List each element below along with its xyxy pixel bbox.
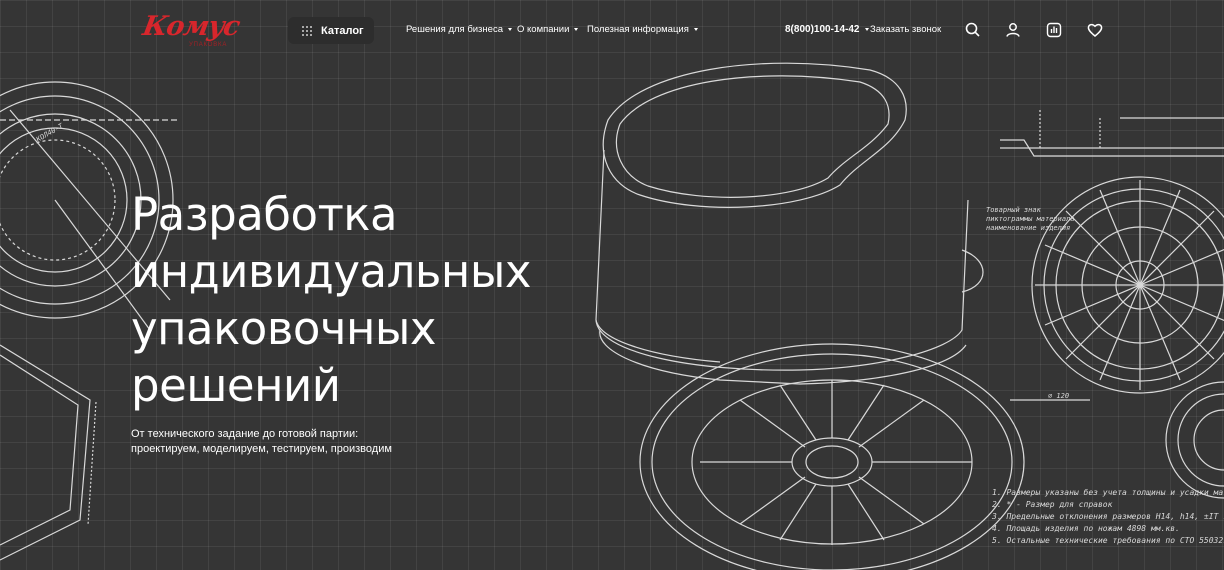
grid-dots-icon xyxy=(302,25,312,36)
drawing-tech-note: 4. Площадь изделия по ножам 4898 мм.кв. xyxy=(992,524,1180,533)
site-header: Комус УПАКОВКА Каталог Решения для бизне… xyxy=(0,0,1224,62)
chevron-down-icon xyxy=(507,28,512,31)
left-sheet-drawing xyxy=(0,344,97,561)
corner-ring-drawing xyxy=(1165,381,1224,499)
hero-subtitle-line: проектируем, моделируем, тестируем, прои… xyxy=(131,443,392,455)
chevron-down-icon xyxy=(693,28,698,31)
search-icon[interactable] xyxy=(964,21,982,39)
drawing-tech-note: 3. Предельные отклонения размеров Н14, h… xyxy=(991,512,1224,521)
phone-number[interactable]: 8(800)100-14-42 xyxy=(785,24,869,35)
profile-section-drawing xyxy=(1000,110,1224,401)
nav-item-label: О компании xyxy=(517,24,570,35)
drawing-note-line: наименование изделия xyxy=(986,224,1070,232)
drawing-tech-note: 2. * - Размер для справок xyxy=(992,500,1113,509)
catalog-button-label: Каталог xyxy=(321,24,364,37)
drawing-dim-label: ⌀ 120 xyxy=(1048,392,1069,400)
drawing-tech-note: 1. Размеры указаны без учета толщины и у… xyxy=(992,487,1224,497)
hero-title: Разработка индивидуальных упаковочных ре… xyxy=(131,186,651,414)
compare-icon[interactable] xyxy=(1045,21,1063,39)
drawing-tech-note: 5. Остальные технические требования по С… xyxy=(992,535,1224,545)
user-icon[interactable] xyxy=(1004,21,1022,39)
chevron-down-icon xyxy=(574,28,579,31)
hero-title-line: решений xyxy=(131,359,341,412)
hero-title-line: индивидуальных xyxy=(131,245,531,298)
drawing-note-line: пиктограммы материала xyxy=(986,215,1075,223)
nav-item-label: Решения для бизнеса xyxy=(406,24,503,35)
logo-subtitle: УПАКОВКА xyxy=(189,42,228,48)
catalog-button[interactable]: Каталог xyxy=(288,17,374,44)
hero-title-line: упаковочных xyxy=(131,302,437,355)
callback-link[interactable]: Заказать звонок xyxy=(870,24,941,35)
chevron-down-icon xyxy=(864,28,869,31)
nav-item-label: Полезная информация xyxy=(587,24,689,35)
hero-subtitle-line: От технического задание до готовой парти… xyxy=(131,428,359,440)
favorites-icon[interactable] xyxy=(1086,21,1104,39)
nav-item-about[interactable]: О компании xyxy=(517,24,579,35)
right-wheel-drawing xyxy=(1031,176,1224,394)
hero-title-line: Разработка xyxy=(131,188,398,241)
cup-drawing xyxy=(595,62,984,385)
logo[interactable]: Комус УПАКОВКА xyxy=(140,11,242,50)
hero-subtitle: От технического задание до готовой парти… xyxy=(131,427,451,457)
nav-item-business-solutions[interactable]: Решения для бизнеса xyxy=(406,24,512,35)
lid-drawing xyxy=(639,343,1025,570)
logo-wordmark: Комус xyxy=(140,11,242,42)
phone-number-text: 8(800)100-14-42 xyxy=(785,24,860,35)
drawing-label-part: КОЛ40-Т xyxy=(34,122,65,145)
drawing-note-title: Товарный знак xyxy=(986,206,1042,214)
nav-item-useful-info[interactable]: Полезная информация xyxy=(587,24,698,35)
